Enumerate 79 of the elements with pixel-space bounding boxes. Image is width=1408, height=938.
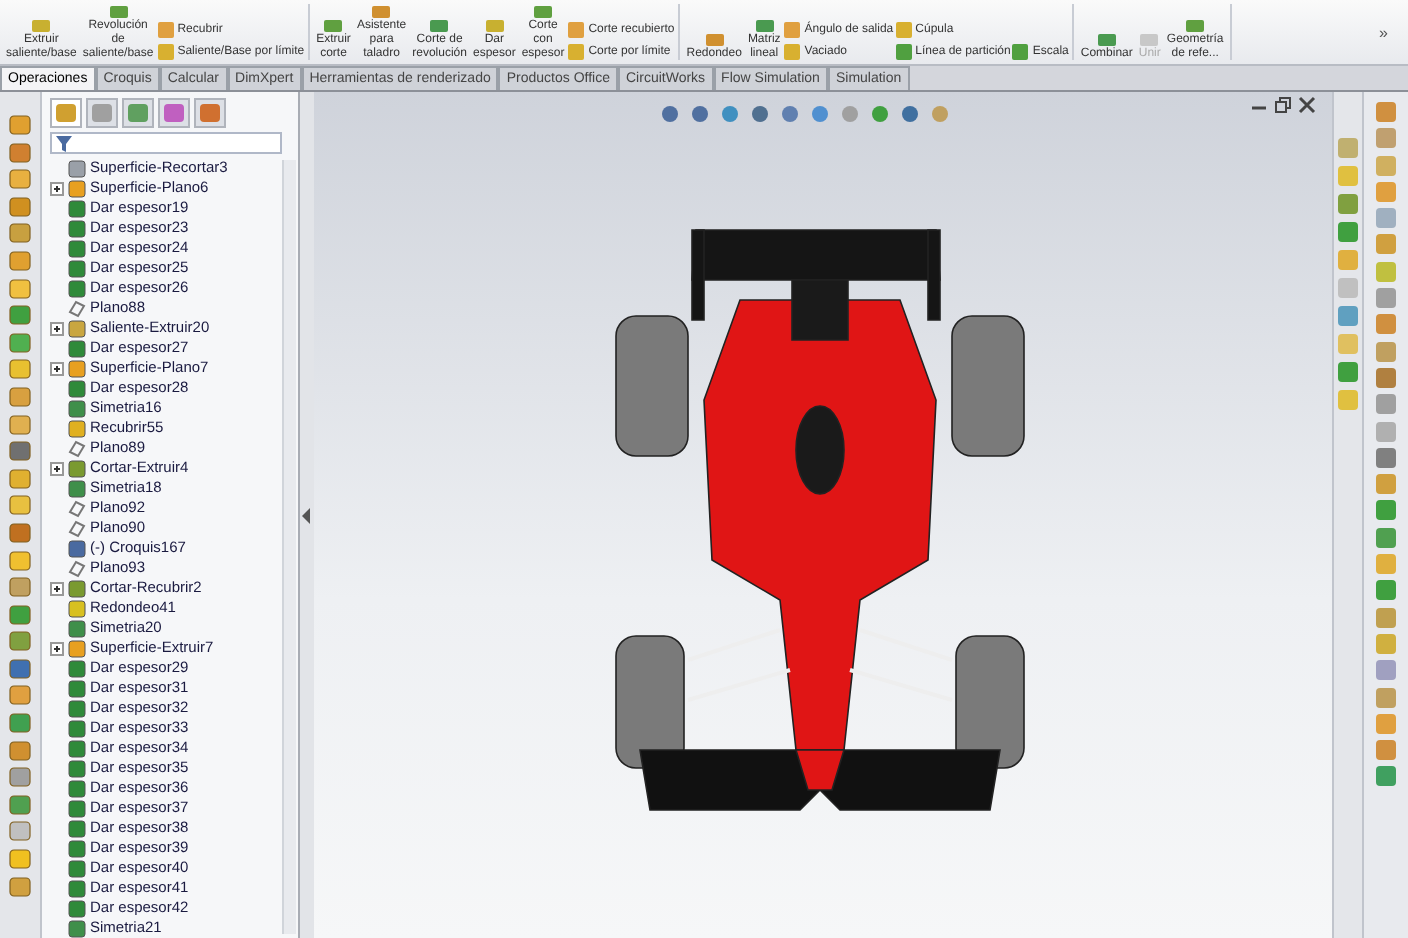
view-icon[interactable]: [688, 102, 712, 126]
expand-icon[interactable]: [50, 581, 64, 595]
tool-icon[interactable]: [8, 356, 32, 381]
tool-icon[interactable]: [1374, 392, 1398, 417]
tool-icon[interactable]: [1374, 738, 1398, 763]
tool-icon[interactable]: [1374, 658, 1398, 683]
tool-icon[interactable]: [1374, 472, 1398, 497]
expand-icon[interactable]: [50, 181, 64, 195]
tool-icon[interactable]: [8, 220, 32, 245]
tool-icon[interactable]: [1374, 764, 1398, 789]
expand-icon[interactable]: [50, 641, 64, 655]
expand-icon[interactable]: [50, 321, 64, 335]
tool-icon[interactable]: [1374, 685, 1398, 710]
expand-icon[interactable]: [50, 361, 64, 375]
tool-icon[interactable]: [8, 818, 32, 843]
panel-tab-icon[interactable]: [194, 98, 226, 128]
view-icon[interactable]: [658, 102, 682, 126]
view-icon[interactable]: [898, 102, 922, 126]
scroll-bar[interactable]: [282, 160, 296, 934]
tool-icon[interactable]: [8, 139, 32, 164]
view-icon[interactable]: [808, 102, 832, 126]
tool-icon[interactable]: [8, 846, 32, 871]
tool-icon[interactable]: [8, 112, 32, 136]
tool-icon[interactable]: [8, 519, 32, 544]
view-icon[interactable]: [928, 102, 952, 126]
tool-icon[interactable]: [8, 873, 32, 898]
tool-icon[interactable]: [1374, 126, 1398, 151]
tool-icon[interactable]: [8, 710, 32, 735]
tool-icon[interactable]: [1336, 220, 1360, 244]
filter-field[interactable]: [50, 132, 282, 154]
view-icon[interactable]: [868, 102, 892, 126]
tool-icon[interactable]: [1374, 100, 1398, 124]
tool-icon[interactable]: [8, 791, 32, 816]
tool-icon[interactable]: [1374, 498, 1398, 523]
panel-tab-icon[interactable]: [122, 98, 154, 128]
tool-icon[interactable]: [8, 682, 32, 707]
tool-icon[interactable]: [1374, 605, 1398, 630]
tool-icon[interactable]: [8, 601, 32, 626]
tool-icon[interactable]: [1374, 578, 1398, 603]
tool-icon[interactable]: [8, 193, 32, 218]
tool-icon[interactable]: [1336, 192, 1360, 216]
tool-icon[interactable]: [1374, 525, 1398, 550]
restore-icon[interactable]: [1274, 96, 1292, 114]
tool-icon[interactable]: [8, 329, 32, 354]
tool-icon[interactable]: [8, 492, 32, 517]
tool-icon[interactable]: [1374, 312, 1398, 337]
more-button[interactable]: »: [1367, 21, 1400, 43]
tool-icon[interactable]: [8, 764, 32, 789]
close-icon[interactable]: [1298, 96, 1316, 114]
view-icon[interactable]: [778, 102, 802, 126]
tool-icon[interactable]: [8, 275, 32, 300]
panel-tab-icon[interactable]: [50, 98, 82, 128]
tool-icon[interactable]: [8, 383, 32, 408]
panel-tab-icon[interactable]: [158, 98, 190, 128]
tool-icon[interactable]: [8, 655, 32, 680]
tool-icon[interactable]: [8, 737, 32, 762]
filter-icon: [56, 135, 72, 151]
tool-icon[interactable]: [8, 574, 32, 599]
view-icon[interactable]: [748, 102, 772, 126]
tool-icon[interactable]: [8, 547, 32, 571]
tool-icon[interactable]: [8, 247, 32, 272]
expand-icon[interactable]: [50, 461, 64, 475]
tool-icon[interactable]: [8, 465, 32, 490]
tool-icon[interactable]: [1374, 445, 1398, 470]
tool-icon[interactable]: [1336, 304, 1360, 328]
tool-icon[interactable]: [8, 411, 32, 436]
tool-icon[interactable]: [8, 302, 32, 327]
view-icon[interactable]: [718, 102, 742, 126]
tool-icon[interactable]: [1374, 339, 1398, 364]
tool-icon[interactable]: [1374, 232, 1398, 257]
tool-icon[interactable]: [1374, 365, 1398, 390]
tool-icon[interactable]: [8, 628, 32, 653]
tool-icon[interactable]: [8, 166, 32, 191]
tool-icon[interactable]: [8, 438, 32, 463]
view-icon[interactable]: [838, 102, 862, 126]
panel-tab-icon[interactable]: [86, 98, 118, 128]
tool-icon[interactable]: [1374, 286, 1398, 311]
arrow-icon: [302, 507, 312, 523]
tool-icon[interactable]: [1336, 360, 1360, 384]
